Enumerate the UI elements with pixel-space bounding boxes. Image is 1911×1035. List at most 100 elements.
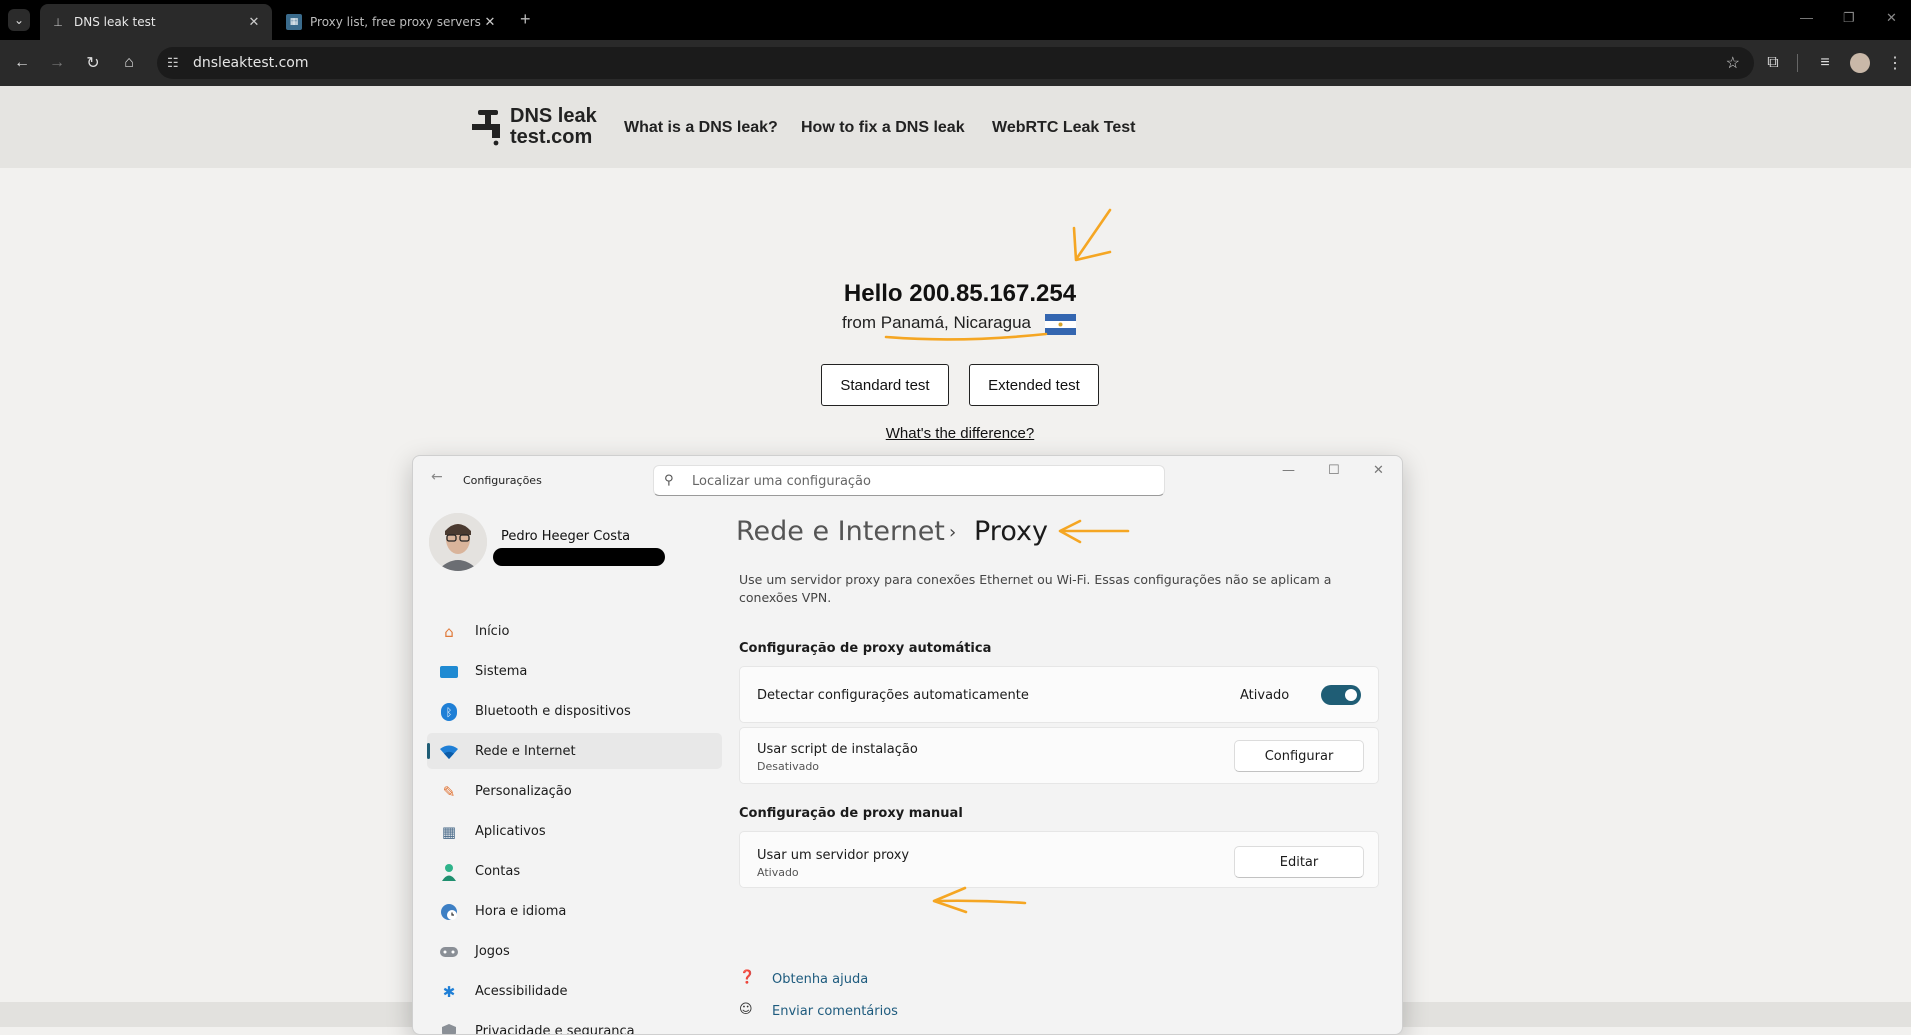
close-window-icon[interactable]: ✕ [1886, 10, 1897, 26]
tab-search-button[interactable]: ⌄ [8, 9, 30, 31]
nav-webrtc-leak-test[interactable]: WebRTC Leak Test [992, 119, 1135, 137]
bookmark-star-icon[interactable]: ☆ [1726, 53, 1740, 73]
edit-button[interactable]: Editar [1234, 846, 1364, 878]
sidebar-item-label: Sistema [475, 664, 528, 679]
sidebar-item-aplicativos[interactable]: ▦ Aplicativos [427, 813, 722, 849]
sidebar-item-label: Privacidade e segurança [475, 1024, 635, 1035]
user-photo-icon [429, 513, 487, 571]
sidebar-item-inicio[interactable]: ⌂ Início [427, 613, 722, 649]
globe-clock-icon [439, 902, 459, 922]
use-proxy-card: Usar um servidor proxy Ativado Editar [739, 831, 1379, 888]
extended-test-button[interactable]: Extended test [969, 364, 1099, 406]
breadcrumb-chevron-icon: › [949, 522, 957, 543]
proxy-favicon-icon: ▦ [286, 14, 302, 30]
user-name: Pedro Heeger Costa [501, 529, 631, 544]
user-avatar[interactable] [429, 513, 487, 571]
address-url[interactable]: dnsleaktest.com [193, 55, 308, 71]
get-help-text[interactable]: Obtenha ajuda [772, 972, 868, 987]
difference-link[interactable]: What's the difference? [0, 425, 1911, 442]
detect-settings-status: Ativado [1240, 688, 1290, 703]
from-prefix: from [842, 313, 876, 332]
tab-title: DNS leak test [74, 15, 156, 29]
redacted-email [493, 548, 665, 566]
settings-app-title: Configurações [463, 474, 542, 487]
sidebar-item-label: Aplicativos [475, 824, 546, 839]
address-bar[interactable]: ☷ dnsleaktest.com ☆ [157, 47, 1754, 79]
tab-proxy-list[interactable]: ▦ Proxy list, free proxy servers list ✕ [276, 4, 508, 40]
detect-settings-label: Detectar configurações automaticamente [757, 688, 1029, 703]
sidebar-item-label: Contas [475, 864, 521, 879]
settings-search-input[interactable]: ⚲ Localizar uma configuração [653, 465, 1165, 496]
media-controls-icon[interactable]: ≡ [1815, 53, 1835, 73]
nav-how-to-fix[interactable]: How to fix a DNS leak [801, 119, 965, 137]
help-chat-icon: ❓ [739, 970, 756, 985]
minimize-window-icon[interactable]: — [1800, 10, 1813, 25]
home-icon[interactable]: ⌂ [119, 53, 139, 73]
nav-what-is-dns-leak[interactable]: What is a DNS leak? [624, 119, 778, 137]
logo-line-2: test.com [510, 126, 593, 148]
selection-indicator [427, 743, 430, 759]
sidebar-item-contas[interactable]: Contas [427, 853, 722, 889]
sidebar-item-bluetooth[interactable]: ᛒ Bluetooth e dispositivos [427, 693, 722, 729]
sidebar-item-sistema[interactable]: Sistema [427, 653, 722, 689]
breadcrumb-parent[interactable]: Rede e Internet [736, 516, 945, 547]
setup-script-label: Usar script de instalação [757, 742, 918, 757]
browser-tab-strip: ⌄ ⊥ DNS leak test ✕ ▦ Proxy list, free p… [0, 0, 1911, 40]
maximize-window-icon[interactable]: ☐ [1328, 463, 1340, 478]
sidebar-item-acessibilidade[interactable]: ✱ Acessibilidade [427, 973, 722, 1009]
sidebar-item-rede-internet[interactable]: Rede e Internet [427, 733, 722, 769]
setup-script-card: Usar script de instalação Desativado Con… [739, 727, 1379, 784]
apps-icon: ▦ [441, 823, 457, 841]
sidebar-item-hora-idioma[interactable]: Hora e idioma [427, 893, 722, 929]
feedback-person-icon: ☺ [739, 1002, 753, 1017]
home-icon: ⌂ [444, 623, 454, 641]
close-window-icon[interactable]: ✕ [1373, 463, 1384, 478]
use-proxy-label: Usar um servidor proxy [757, 848, 910, 863]
chevron-down-icon: ⌄ [13, 13, 25, 27]
nicaragua-flag-icon [1045, 314, 1076, 335]
toolbar-divider [1797, 54, 1798, 72]
search-icon: ⚲ [664, 473, 674, 488]
site-info-icon[interactable]: ☷ [167, 55, 179, 71]
sidebar-item-label: Rede e Internet [475, 744, 576, 759]
location-line: from Panamá, Nicaragua [842, 313, 1031, 333]
annotation-arrow-ip [1075, 208, 1112, 260]
sidebar-item-jogos[interactable]: Jogos [427, 933, 722, 969]
faucet-favicon-icon: ⊥ [53, 15, 63, 29]
detect-settings-toggle[interactable] [1321, 685, 1361, 705]
standard-test-button[interactable]: Standard test [821, 364, 949, 406]
annotation-underline-location [884, 332, 1048, 341]
close-tab-icon[interactable]: ✕ [482, 15, 498, 30]
monitor-icon [439, 662, 459, 682]
close-tab-icon[interactable]: ✕ [246, 15, 262, 30]
back-arrow-icon[interactable]: ← [12, 53, 32, 73]
page-description: Use um servidor proxy para conexões Ethe… [739, 572, 1332, 605]
sidebar-item-privacidade[interactable]: Privacidade e segurança [427, 1013, 722, 1035]
shield-icon [439, 1022, 459, 1034]
sidebar-item-label: Hora e idioma [475, 904, 567, 919]
sidebar-item-label: Jogos [475, 944, 510, 959]
menu-kebab-icon[interactable]: ⋮ [1885, 53, 1905, 73]
toggle-knob [1345, 689, 1357, 701]
sidebar-item-label: Personalização [475, 784, 572, 799]
sidebar-item-personalizacao[interactable]: ✎ Personalização [427, 773, 722, 809]
back-arrow-icon[interactable]: ← [431, 469, 443, 485]
faucet-logo-icon[interactable] [470, 108, 506, 146]
sidebar-item-label: Acessibilidade [475, 984, 568, 999]
configure-button[interactable]: Configurar [1234, 740, 1364, 772]
extensions-icon[interactable]: ⧉ [1763, 53, 1783, 73]
minimize-window-icon[interactable]: — [1282, 463, 1295, 478]
new-tab-button[interactable]: + [520, 9, 531, 30]
site-logo[interactable]: DNS leak test.com [510, 106, 597, 148]
send-feedback-text[interactable]: Enviar comentários [772, 1004, 898, 1019]
sidebar-item-label: Bluetooth e dispositivos [475, 704, 631, 719]
restore-window-icon[interactable]: ❐ [1843, 10, 1855, 26]
location-text: Panamá, Nicaragua [880, 313, 1031, 332]
manual-proxy-section-title: Configuração de proxy manual [739, 806, 963, 821]
person-icon [439, 862, 459, 882]
forward-arrow-icon[interactable]: → [47, 53, 67, 73]
tab-dns-leak-test[interactable]: ⊥ DNS leak test ✕ [40, 4, 272, 40]
reload-icon[interactable]: ↻ [83, 53, 103, 73]
profile-avatar[interactable] [1850, 53, 1870, 73]
accessibility-icon: ✱ [442, 983, 456, 1001]
